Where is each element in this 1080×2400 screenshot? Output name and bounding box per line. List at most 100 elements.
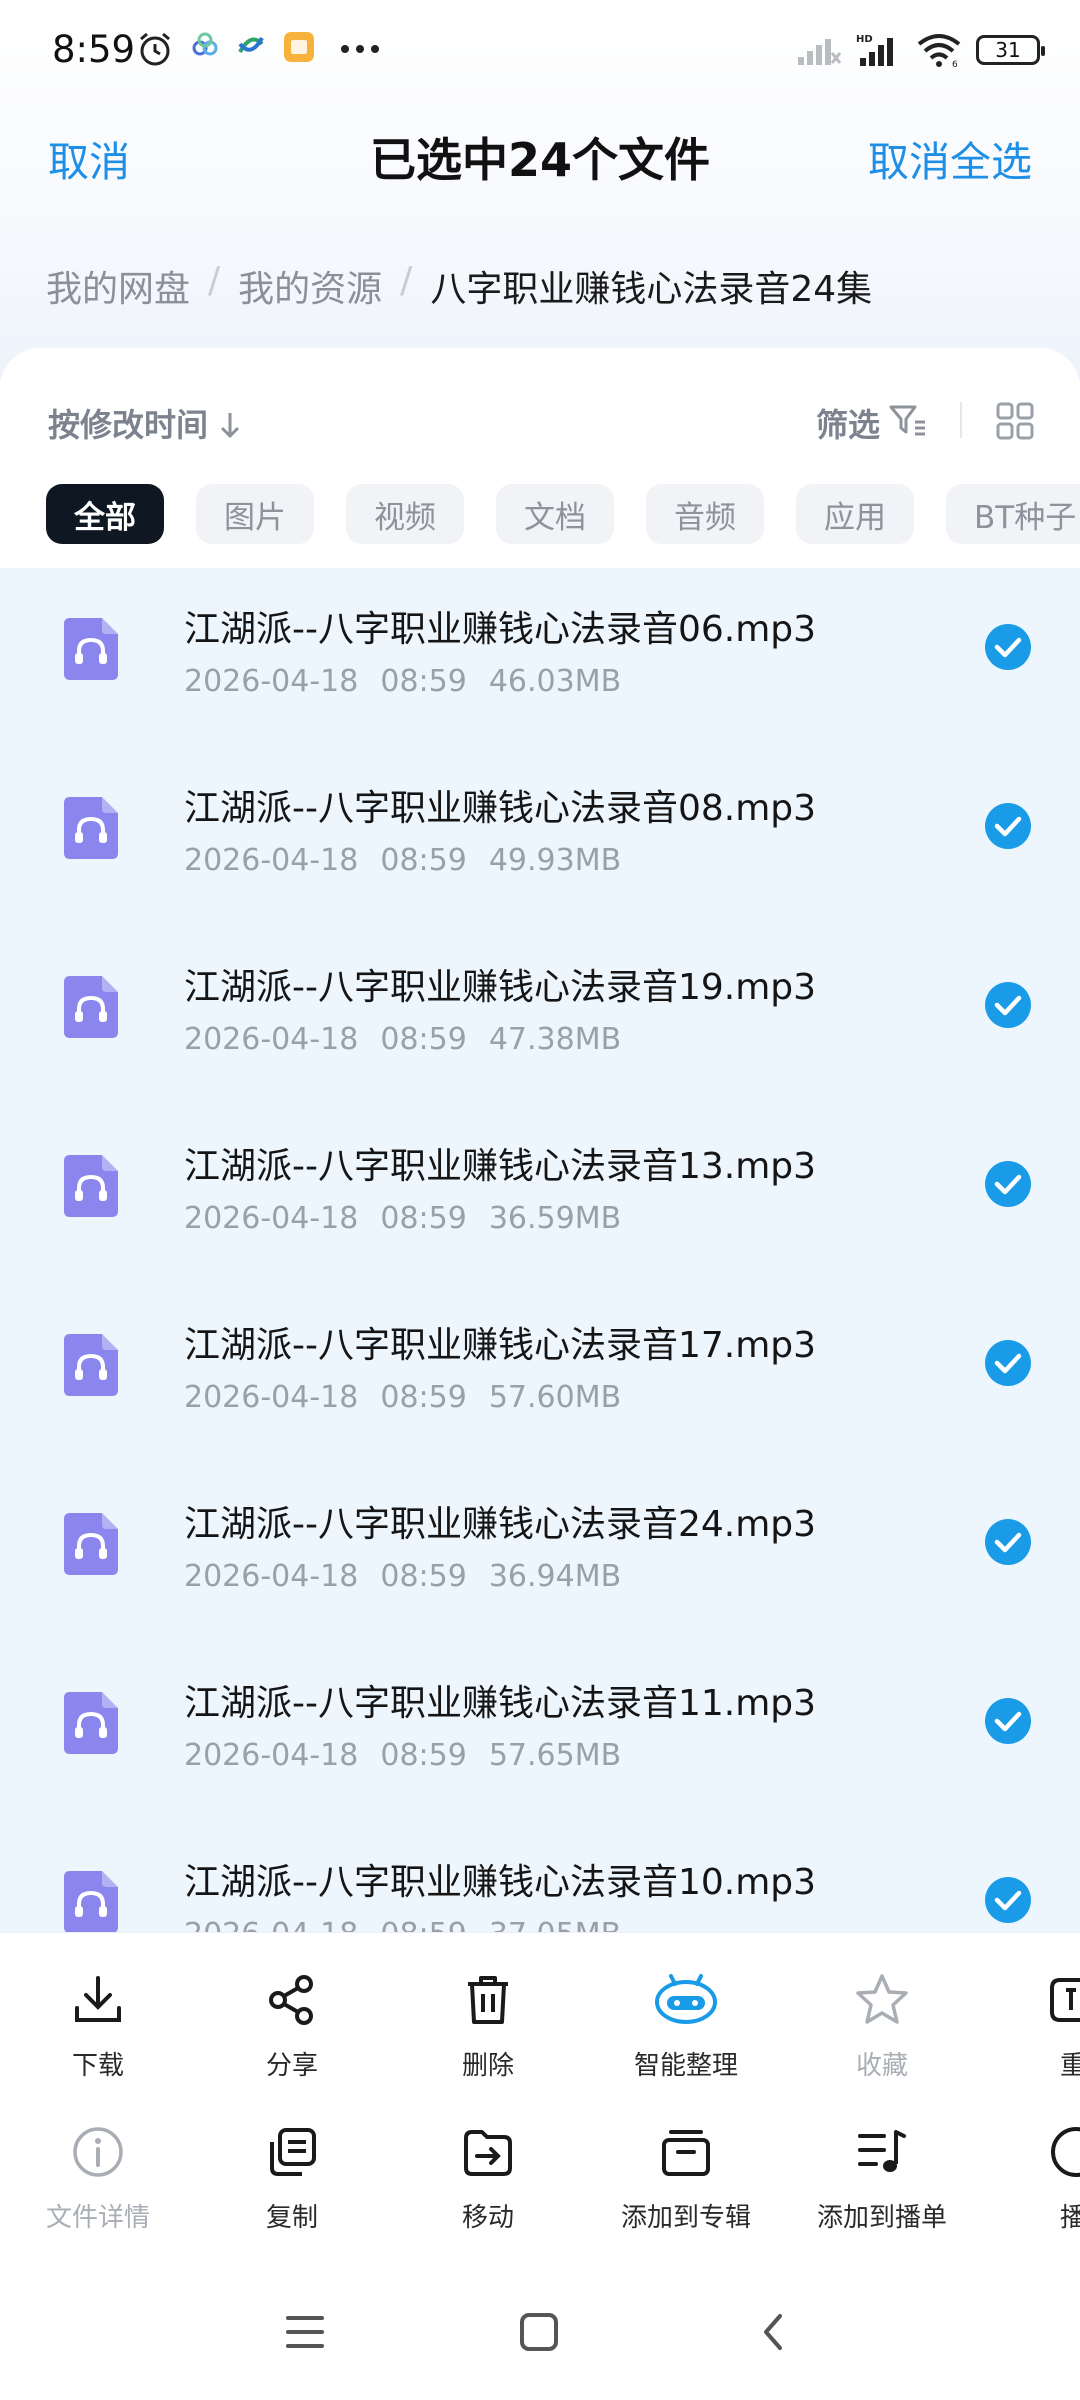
playlist-icon (858, 2130, 906, 2172)
sort-button[interactable]: 按修改时间 (48, 400, 241, 446)
favorite-button[interactable]: 收藏 (802, 1965, 962, 2082)
battery-icon: 31 (976, 35, 1045, 65)
tab-videos[interactable]: 视频 (346, 484, 464, 544)
checkbox-checked-icon[interactable] (984, 1876, 1032, 1924)
file-row[interactable]: 江湖派--八字职业赚钱心法录音10.mp3 2026-04-18 08:59 37.0… (0, 1821, 1080, 1932)
file-time: 08:59 (380, 1738, 467, 1773)
checkbox-checked-icon[interactable] (984, 1160, 1032, 1208)
file-size: 36.94MB (488, 1559, 622, 1594)
audio-file-icon (64, 797, 118, 859)
file-name: 江湖派--八字职业赚钱心法录音24.mp3 (184, 1504, 817, 1545)
add-to-playlist-button[interactable]: 添加到播单 (802, 2117, 962, 2234)
file-name: 江湖派--八字职业赚钱心法录音17.mp3 (184, 1325, 817, 1366)
alarm-icon (140, 32, 170, 66)
audio-file-icon (64, 618, 118, 680)
file-date: 2026-04-18 (184, 1917, 358, 1932)
smart-organize-button[interactable]: 智能整理 (606, 1965, 766, 2082)
file-name: 江湖派--八字职业赚钱心法录音19.mp3 (184, 967, 817, 1008)
file-row[interactable]: 江湖派--八字职业赚钱心法录音19.mp3 2026-04-18 08:59 47.3… (0, 926, 1080, 1105)
grid-view-icon[interactable] (996, 402, 1034, 440)
signal-icon (798, 39, 842, 65)
checkbox-checked-icon[interactable] (984, 981, 1032, 1029)
home-icon[interactable] (518, 2312, 560, 2352)
file-row[interactable]: 江湖派--八字职业赚钱心法录音08.mp3 2026-04-18 08:59 49.9… (0, 747, 1080, 926)
download-label: 下载 (71, 2051, 124, 2081)
checkbox-checked-icon[interactable] (984, 1518, 1032, 1566)
menu-icon[interactable] (284, 2312, 326, 2352)
tab-bt-torrents[interactable]: BT种子 (946, 484, 1080, 544)
file-row[interactable]: 江湖派--八字职业赚钱心法录音17.mp3 2026-04-18 08:59 57.6… (0, 1284, 1080, 1463)
add-to-album-label: 添加到专辑 (620, 2203, 751, 2233)
tab-images[interactable]: 图片 (196, 484, 314, 544)
file-date: 2026-04-18 (184, 664, 359, 699)
delete-button[interactable]: 删除 (408, 1965, 568, 2082)
file-date: 2026-04-18 (184, 843, 359, 878)
svg-text:HD: HD (856, 34, 873, 45)
copy-button[interactable]: 复制 (212, 2117, 372, 2234)
file-date: 2026-04-18 (184, 1380, 359, 1415)
star-icon (856, 1974, 908, 2024)
play-label: 播 (1060, 2203, 1080, 2233)
checkbox-checked-icon[interactable] (984, 1339, 1032, 1387)
sort-down-icon (221, 413, 240, 439)
checkbox-checked-icon[interactable] (984, 623, 1032, 671)
add-to-album-button[interactable]: 添加到专辑 (606, 2117, 766, 2234)
tab-apps[interactable]: 应用 (796, 484, 914, 544)
breadcrumb-item-resources[interactable]: 我的资源 (238, 260, 382, 312)
checkbox-checked-icon[interactable] (984, 1697, 1032, 1745)
file-time: 08:59 (380, 1559, 467, 1594)
file-row[interactable]: 江湖派--八字职业赚钱心法录音06.mp3 2026-04-18 08:59 46.0… (0, 568, 1080, 747)
tab-audio[interactable]: 音频 (646, 484, 764, 544)
share-button[interactable]: 分享 (212, 1965, 372, 2082)
file-meta: 2026-04-18 08:59 57.65MB (184, 1738, 621, 1773)
file-row[interactable]: 江湖派--八字职业赚钱心法录音24.mp3 2026-04-18 08:59 36.9… (0, 1463, 1080, 1642)
file-size: 36.59MB (488, 1201, 622, 1236)
move-button[interactable]: 移动 (408, 2117, 568, 2234)
play-button[interactable]: 播 (982, 2117, 1080, 2234)
download-button[interactable]: 下载 (18, 1965, 178, 2082)
toolbar-divider (960, 402, 962, 438)
smart-robot-icon (655, 1974, 717, 2024)
svg-text:6: 6 (952, 60, 958, 68)
tab-documents[interactable]: 文档 (496, 484, 614, 544)
system-nav-bar (0, 2272, 1080, 2400)
breadcrumb-separator: / (208, 260, 221, 301)
app-icon (284, 32, 314, 62)
info-icon (73, 2127, 123, 2177)
file-meta: 2026-04-18 08:59 47.38MB (184, 1022, 621, 1057)
file-meta: 2026-04-18 08:59 37.05MB (184, 1917, 621, 1932)
play-icon (1051, 2127, 1080, 2177)
tab-all[interactable]: 全部 (46, 484, 164, 544)
back-icon[interactable] (758, 2312, 788, 2352)
share-label: 分享 (265, 2051, 318, 2081)
file-name: 江湖派--八字职业赚钱心法录音13.mp3 (184, 1146, 817, 1187)
rename-icon (1050, 1978, 1080, 2022)
breadcrumb-item-root[interactable]: 我的网盘 (46, 260, 190, 312)
file-size: 49.93MB (488, 843, 622, 878)
wifi-icon: 6 (917, 34, 961, 68)
move-icon (464, 2130, 512, 2176)
status-time: 8:59 (52, 28, 136, 71)
action-bar: 下载 分享 删除 智能整理 收藏 重 文件详情 复制 移动 添加到专辑 添加到播… (0, 1932, 1080, 2272)
smart-organize-label: 智能整理 (633, 2051, 738, 2081)
filter-label[interactable]: 筛选 (816, 400, 880, 446)
checkbox-checked-icon[interactable] (984, 802, 1032, 850)
file-size: 57.65MB (488, 1738, 622, 1773)
file-date: 2026-04-18 (184, 1201, 359, 1236)
breadcrumb-item-current: 八字职业赚钱心法录音24集 (430, 269, 873, 310)
status-right: HD 6 31 (796, 28, 1045, 72)
move-label: 移动 (461, 2203, 514, 2233)
app-icon (192, 32, 218, 56)
file-list: 江湖派--八字职业赚钱心法录音06.mp3 2026-04-18 08:59 46.0… (0, 568, 1080, 1932)
category-tabs: 全部 图片 视频 文档 音频 应用 BT种子 (46, 484, 1080, 544)
filter-icon[interactable] (888, 402, 928, 438)
deselect-all-button[interactable]: 取消全选 (868, 128, 1032, 188)
file-size: 47.38MB (488, 1022, 622, 1057)
breadcrumb-separator: / (400, 260, 413, 301)
trash-icon (468, 1976, 508, 2024)
file-details-button[interactable]: 文件详情 (18, 2117, 178, 2234)
file-row[interactable]: 江湖派--八字职业赚钱心法录音11.mp3 2026-04-18 08:59 57.6… (0, 1642, 1080, 1821)
file-date: 2026-04-18 (184, 1022, 359, 1057)
file-row[interactable]: 江湖派--八字职业赚钱心法录音13.mp3 2026-04-18 08:59 36.5… (0, 1105, 1080, 1284)
rename-button[interactable]: 重命 (982, 1965, 1080, 2082)
